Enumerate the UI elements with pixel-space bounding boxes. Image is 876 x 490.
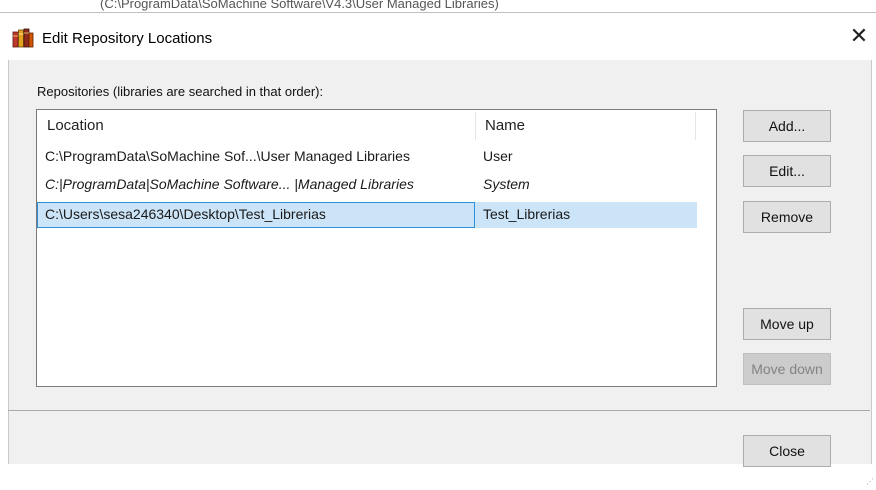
row-location: C:\ProgramData\SoMachine Sof...\User Man… [45, 148, 410, 164]
row-location: C:\Users\sesa246340\Desktop\Test_Libreri… [45, 206, 326, 222]
list-item-system[interactable]: C:|ProgramData|SoMachine Software... |Ma… [37, 172, 697, 198]
repositories-list[interactable]: Location Name C:\ProgramData\SoMachine S… [36, 109, 717, 387]
column-divider[interactable] [695, 112, 696, 140]
column-divider[interactable] [475, 112, 476, 140]
repositories-label: Repositories (libraries are searched in … [37, 84, 324, 99]
dialog-title: Edit Repository Locations [42, 30, 213, 47]
list-item-test-librerias[interactable]: C:\Users\sesa246340\Desktop\Test_Libreri… [37, 202, 697, 228]
close-button[interactable]: Close [743, 435, 831, 467]
remove-button[interactable]: Remove [743, 201, 831, 233]
book-stack-icon [12, 28, 34, 48]
resize-grip-icon[interactable]: ⋰ [866, 478, 874, 486]
add-button[interactable]: Add... [743, 110, 831, 142]
row-name: Test_Librerias [483, 206, 571, 222]
background-window-path: (C:\ProgramData\SoMachine Software\V4.3\… [100, 0, 499, 11]
move-down-button: Move down [743, 353, 831, 385]
list-item-user[interactable]: C:\ProgramData\SoMachine Sof...\User Man… [37, 144, 697, 170]
move-up-button[interactable]: Move up [743, 308, 831, 340]
row-location: C:|ProgramData|SoMachine Software... |Ma… [45, 176, 414, 192]
row-name: User [483, 148, 513, 164]
close-icon[interactable]: ✕ [848, 23, 870, 49]
title-bar: Edit Repository Locations ✕ [0, 12, 876, 61]
edit-button[interactable]: Edit... [743, 155, 831, 187]
divider [8, 410, 870, 411]
column-header-location[interactable]: Location [47, 110, 104, 142]
column-header-name[interactable]: Name [485, 110, 525, 142]
row-name: System [483, 176, 530, 192]
